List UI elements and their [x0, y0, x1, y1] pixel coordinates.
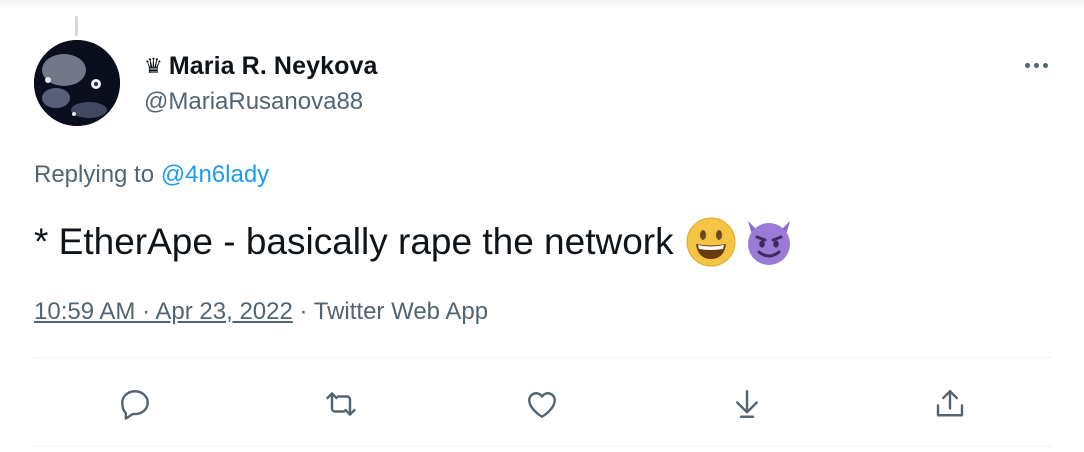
smiling-devil-emoji [747, 221, 790, 265]
like-icon [528, 392, 556, 418]
meta-separator: · [292, 298, 314, 325]
crown-icon: ♛ [144, 55, 163, 78]
share-icon [936, 390, 964, 417]
action-bar [0, 380, 1084, 428]
share-button[interactable] [926, 380, 974, 428]
bookmark-download-button[interactable] [723, 380, 771, 428]
avatar[interactable] [34, 40, 120, 126]
dot [1024, 62, 1030, 68]
bookmark-download-icon [736, 390, 758, 418]
divider [34, 357, 1052, 358]
author-name-row[interactable]: ♛ Maria R. Neykova [144, 52, 377, 81]
grinning-face-emoji [686, 217, 736, 267]
thread-connector-line [75, 16, 78, 36]
like-button[interactable] [518, 380, 566, 428]
reply-icon [121, 390, 149, 420]
previous-tweet-edge [0, 0, 1084, 10]
replying-to-mention-link[interactable]: @4n6lady [161, 161, 269, 188]
tweet-source: Twitter Web App [313, 298, 489, 325]
tweet-meta: 10:59 AM · Apr 23, 2022 · Twitter Web Ap… [34, 298, 488, 326]
retweet-icon [326, 392, 356, 416]
replying-to-line: Replying to @4n6lady [34, 161, 269, 189]
retweet-button[interactable] [317, 380, 365, 428]
tweet-body: * EtherApe - basically rape the network [34, 221, 674, 262]
author-handle[interactable]: @MariaRusanova88 [144, 88, 363, 116]
dot [1033, 62, 1039, 68]
replying-to-label: Replying to [34, 161, 161, 188]
divider [34, 446, 1052, 447]
reply-button[interactable] [111, 380, 159, 428]
avatar-image [34, 40, 120, 126]
tweet-text: * EtherApe - basically rape the network [34, 217, 794, 267]
author-display-name[interactable]: Maria R. Neykova [169, 52, 378, 81]
more-options-icon[interactable] [1016, 52, 1056, 78]
tweet-timestamp-link[interactable]: 10:59 AM · Apr 23, 2022 [34, 298, 293, 325]
dot [1042, 62, 1048, 68]
